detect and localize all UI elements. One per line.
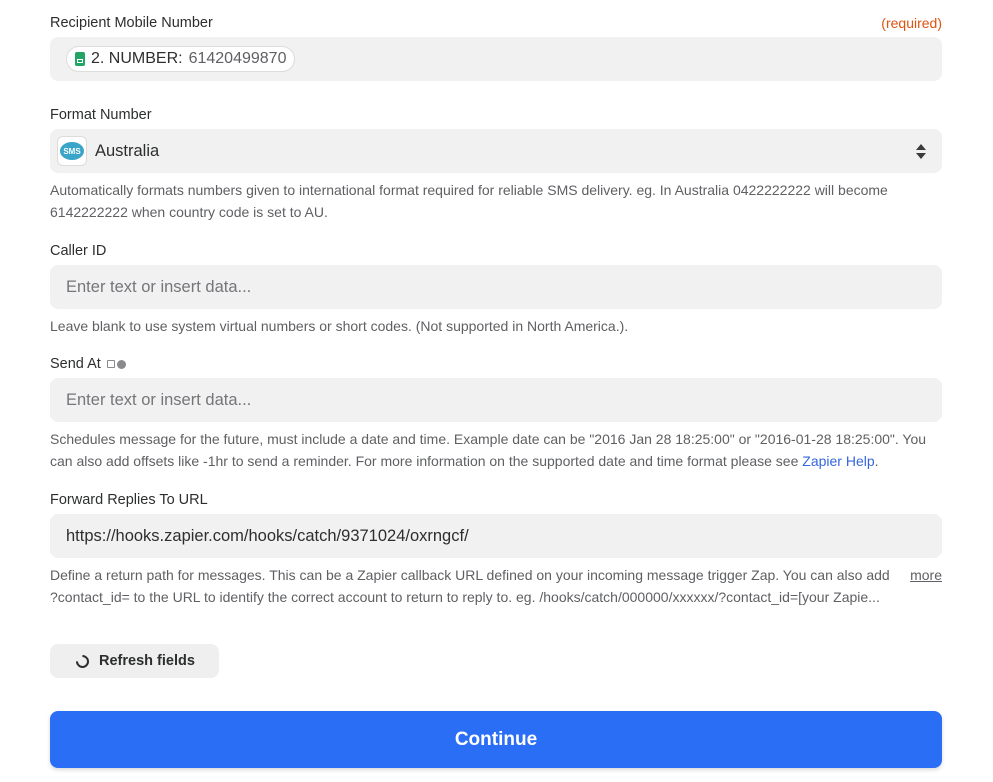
forward-url-value: https://hooks.zapier.com/hooks/catch/937… [66,526,469,545]
required-indicator: (required) [881,15,942,31]
forward-url-section: Forward Replies To URL https://hooks.zap… [50,490,942,608]
recipient-section: Recipient Mobile Number (required) 2. NU… [50,13,942,81]
format-number-select[interactable]: SMS Australia [50,129,942,173]
refresh-section: Refresh fields [50,644,219,678]
zapier-help-link[interactable]: Zapier Help [802,453,874,469]
datetime-icons [106,359,126,369]
sms-app-icon: SMS [57,136,87,166]
send-at-section: Send At Enter text or insert data... Sch… [50,354,942,472]
caller-id-label: Caller ID [50,243,107,259]
continue-label: Continue [454,728,538,750]
pill-key: 2. NUMBER: [91,50,183,67]
select-arrows-icon [916,143,926,159]
clock-icon [116,359,126,369]
data-pill[interactable]: 2. NUMBER: 61420499870 [66,46,296,72]
recipient-input[interactable]: 2. NUMBER: 61420499870 [50,37,942,81]
more-link[interactable]: more [910,564,942,586]
caller-id-placeholder: Enter text or insert data... [66,277,252,296]
format-number-label: Format Number [50,107,152,123]
send-at-help-text: Schedules message for the future, must i… [50,431,927,469]
refresh-fields-label: Refresh fields [99,653,195,669]
google-sheets-icon [75,52,85,66]
send-at-help-suffix: . [874,453,879,469]
pill-value: 61420499870 [188,50,287,67]
format-number-value: Australia [95,141,160,160]
send-at-label: Send At [50,356,101,372]
caller-id-help: Leave blank to use system virtual number… [50,318,629,334]
send-at-help: Schedules message for the future, must i… [50,428,942,472]
caller-id-input[interactable]: Enter text or insert data... [50,265,942,309]
forward-url-input[interactable]: https://hooks.zapier.com/hooks/catch/937… [50,514,942,558]
forward-url-label: Forward Replies To URL [50,492,208,508]
format-number-help: Automatically formats numbers given to i… [50,182,888,220]
refresh-fields-button[interactable]: Refresh fields [50,644,219,678]
forward-url-help-line1: Define a return path for messages. This … [50,567,890,583]
send-at-input[interactable]: Enter text or insert data... [50,378,942,422]
forward-url-help: Define a return path for messages. This … [50,564,942,608]
forward-url-help-line2: ?contact_id= to the URL to identify the … [50,589,880,605]
send-at-placeholder: Enter text or insert data... [66,390,252,409]
continue-button[interactable]: Continue [50,711,942,768]
refresh-icon [73,651,92,671]
calendar-icon [106,359,115,368]
caller-id-section: Caller ID Enter text or insert data... L… [50,241,942,337]
recipient-label: Recipient Mobile Number [50,15,213,31]
format-number-section: Format Number SMS Australia Automaticall… [50,105,942,223]
sms-bubble-icon: SMS [60,142,84,160]
